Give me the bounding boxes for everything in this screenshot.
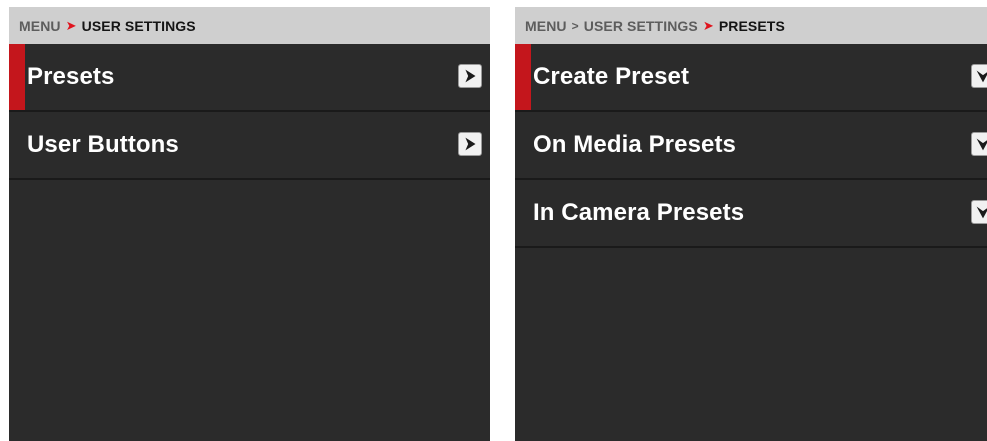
menu-item-label: Create Preset [533, 63, 690, 90]
menu-item-on-media-presets[interactable]: On Media Presets [515, 112, 987, 180]
chevron-right-icon[interactable] [458, 64, 482, 88]
chevron-down-icon[interactable] [971, 64, 987, 88]
breadcrumb: MENU > USER SETTINGS ➤ PRESETS [515, 7, 987, 44]
menu-item-label: On Media Presets [533, 131, 737, 158]
menu-item-presets[interactable]: Presets [9, 44, 490, 112]
menu-item-label: User Buttons [27, 131, 179, 158]
user-settings-panel: MENU ➤ USER SETTINGS Presets User Button… [9, 7, 490, 441]
breadcrumb: MENU ➤ USER SETTINGS [9, 7, 490, 44]
presets-panel: MENU > USER SETTINGS ➤ PRESETS Create Pr… [515, 7, 987, 441]
breadcrumb-current: USER SETTINGS [81, 17, 196, 34]
chevron-right-icon[interactable] [458, 132, 482, 156]
breadcrumb-user-settings[interactable]: USER SETTINGS [584, 18, 698, 34]
breadcrumb-current: PRESETS [718, 17, 785, 34]
chevron-down-icon[interactable] [971, 132, 987, 156]
menu-item-in-camera-presets[interactable]: In Camera Presets [515, 180, 987, 248]
breadcrumb-separator-icon: ➤ [65, 17, 77, 33]
menu-item-create-preset[interactable]: Create Preset [515, 44, 987, 112]
chevron-down-icon[interactable] [971, 200, 987, 224]
menu-item-label: Presets [27, 63, 115, 90]
menu-item-label: In Camera Presets [533, 199, 745, 226]
breadcrumb-menu[interactable]: MENU [525, 18, 567, 34]
breadcrumb-separator-icon: ➤ [702, 17, 714, 33]
breadcrumb-menu[interactable]: MENU [19, 18, 61, 34]
breadcrumb-separator-icon: > [571, 18, 579, 33]
menu-item-user-buttons[interactable]: User Buttons [9, 112, 490, 180]
